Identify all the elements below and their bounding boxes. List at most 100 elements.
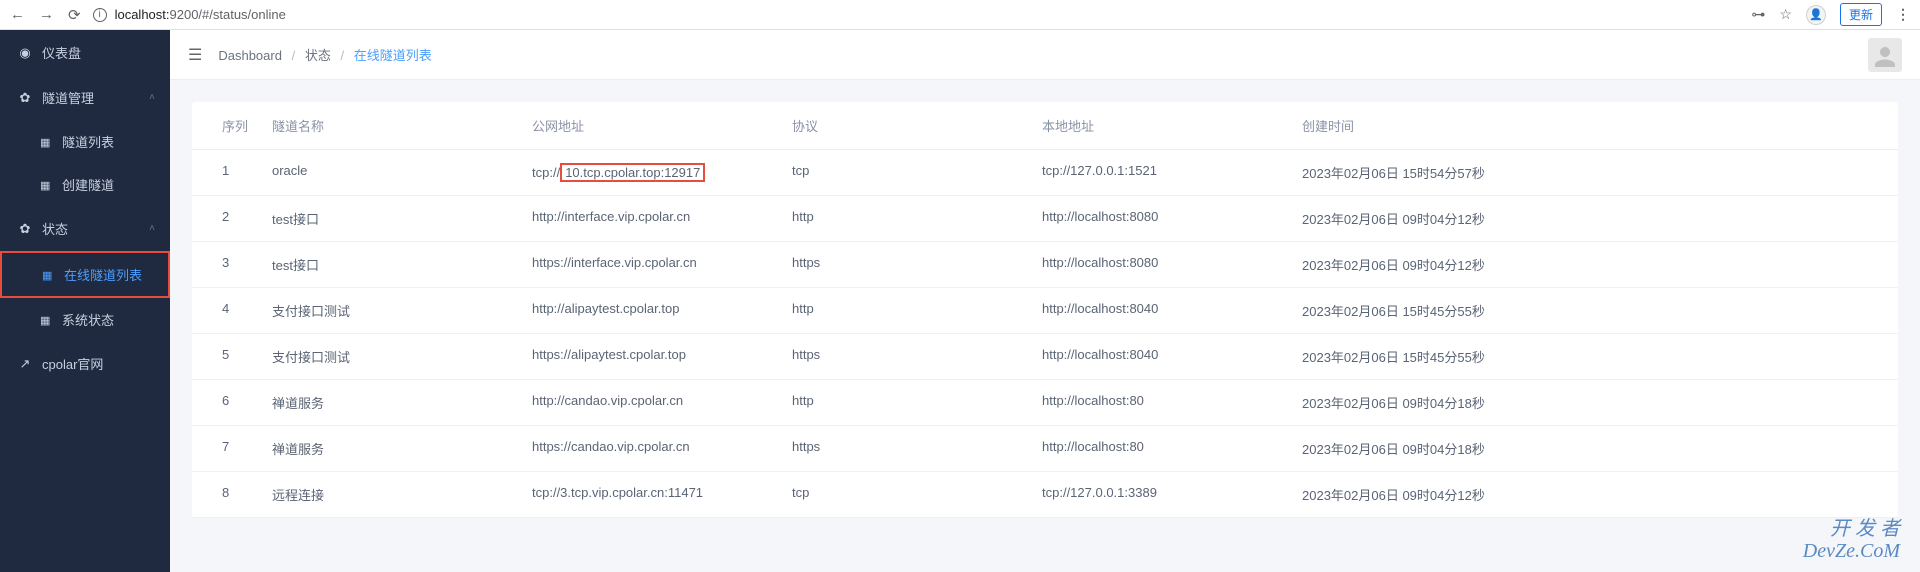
breadcrumb-item[interactable]: 状态 — [305, 48, 331, 63]
info-icon[interactable]: i — [93, 8, 107, 22]
browser-right: ⊶ ☆ 👤 更新 ⋮ — [1751, 3, 1910, 26]
cell-name: 禅道服务 — [272, 393, 532, 412]
grid-icon: ▦ — [40, 179, 52, 191]
cell-time: 2023年02月06日 09时04分12秒 — [1302, 209, 1898, 228]
cell-time: 2023年02月06日 15时45分55秒 — [1302, 301, 1898, 320]
table-row: 3 test接口 https://interface.vip.cpolar.cn… — [192, 242, 1898, 288]
gear-icon: ✿ — [18, 222, 32, 236]
url-bar[interactable]: i localhost:9200/#/status/online — [93, 7, 1740, 22]
dashboard-icon: ◉ — [18, 46, 32, 60]
cell-name: 支付接口测试 — [272, 347, 532, 366]
url-path: /#/status/online — [198, 7, 285, 22]
sidebar-item-dashboard[interactable]: ◉ 仪表盘 — [0, 30, 170, 75]
sidebar-item-official-site[interactable]: ↗ cpolar官网 — [0, 341, 170, 386]
menu-dots-icon[interactable]: ⋮ — [1896, 6, 1910, 23]
cell-proto: http — [792, 209, 1042, 228]
cell-public-prefix: tcp:// — [532, 165, 560, 180]
cell-name: 远程连接 — [272, 485, 532, 504]
content-area: 序列 隧道名称 公网地址 协议 本地地址 创建时间 1 oracle tcp:/… — [170, 80, 1920, 540]
cell-time: 2023年02月06日 15时54分57秒 — [1302, 163, 1898, 182]
sidebar-item-label: cpolar官网 — [42, 354, 103, 373]
url-host: localhost: — [115, 7, 170, 22]
table-row: 1 oracle tcp://10.tcp.cpolar.top:12917 t… — [192, 150, 1898, 196]
sidebar-item-label: 在线隧道列表 — [64, 265, 142, 284]
cell-name: 禅道服务 — [272, 439, 532, 458]
cell-name: test接口 — [272, 209, 532, 228]
cell-proto: http — [792, 301, 1042, 320]
profile-icon[interactable]: 👤 — [1806, 5, 1826, 25]
cell-seq: 8 — [192, 485, 272, 504]
user-icon — [1870, 42, 1900, 72]
table-row: 4 支付接口测试 http://alipaytest.cpolar.top ht… — [192, 288, 1898, 334]
cell-public: tcp://3.tcp.vip.cpolar.cn:11471 — [532, 485, 792, 504]
sidebar-item-system-status[interactable]: ▦ 系统状态 — [0, 298, 170, 341]
table-body: 1 oracle tcp://10.tcp.cpolar.top:12917 t… — [192, 150, 1898, 518]
cell-time: 2023年02月06日 15时45分55秒 — [1302, 347, 1898, 366]
cell-public: https://alipaytest.cpolar.top — [532, 347, 792, 366]
cell-seq: 2 — [192, 209, 272, 228]
cell-time: 2023年02月06日 09时04分18秒 — [1302, 393, 1898, 412]
avatar[interactable] — [1868, 38, 1902, 72]
cell-local: http://localhost:8040 — [1042, 347, 1302, 366]
url-text: localhost:9200/#/status/online — [115, 7, 286, 22]
grid-icon: ▦ — [42, 269, 54, 281]
cell-public-value: https://interface.vip.cpolar.cn — [532, 255, 697, 270]
cell-proto: tcp — [792, 163, 1042, 182]
main-content: ☰ Dashboard / 状态 / 在线隧道列表 序列 隧道名称 公网地址 协… — [170, 30, 1920, 572]
topbar: ☰ Dashboard / 状态 / 在线隧道列表 — [170, 30, 1920, 80]
key-icon[interactable]: ⊶ — [1751, 6, 1765, 23]
header-time: 创建时间 — [1302, 116, 1898, 135]
cell-public: tcp://10.tcp.cpolar.top:12917 — [532, 163, 792, 182]
cell-local: http://localhost:80 — [1042, 393, 1302, 412]
cell-proto: https — [792, 347, 1042, 366]
external-link-icon: ↗ — [18, 357, 32, 371]
url-port: 9200 — [170, 7, 199, 22]
chevron-up-icon: ˄ — [149, 92, 155, 103]
table-header: 序列 隧道名称 公网地址 协议 本地地址 创建时间 — [192, 102, 1898, 150]
breadcrumb-item-active: 在线隧道列表 — [354, 48, 432, 63]
breadcrumb-separator: / — [340, 48, 344, 63]
cell-public-value: https://candao.vip.cpolar.cn — [532, 439, 690, 454]
back-button[interactable]: ← — [10, 6, 25, 24]
cell-proto: https — [792, 439, 1042, 458]
cell-name: test接口 — [272, 255, 532, 274]
hamburger-icon[interactable]: ☰ — [188, 45, 202, 65]
cell-seq: 4 — [192, 301, 272, 320]
chevron-up-icon: ˄ — [149, 223, 155, 234]
forward-button[interactable]: → — [39, 6, 54, 24]
cell-public-value: https://alipaytest.cpolar.top — [532, 347, 686, 362]
sidebar-item-label: 隧道管理 — [42, 88, 94, 107]
sidebar-item-status[interactable]: ✿ 状态 ˄ — [0, 206, 170, 251]
sidebar-item-create-tunnel[interactable]: ▦ 创建隧道 — [0, 163, 170, 206]
gear-icon: ✿ — [18, 91, 32, 105]
cell-seq: 3 — [192, 255, 272, 274]
sidebar-item-tunnel-list[interactable]: ▦ 隧道列表 — [0, 120, 170, 163]
cell-proto: https — [792, 255, 1042, 274]
cell-public: http://alipaytest.cpolar.top — [532, 301, 792, 320]
browser-nav: ← → ⟳ — [10, 6, 81, 24]
cell-public-value: http://interface.vip.cpolar.cn — [532, 209, 690, 224]
cell-seq: 6 — [192, 393, 272, 412]
update-button[interactable]: 更新 — [1840, 3, 1882, 26]
cell-proto: http — [792, 393, 1042, 412]
cell-time: 2023年02月06日 09时04分18秒 — [1302, 439, 1898, 458]
star-icon[interactable]: ☆ — [1779, 6, 1792, 23]
table-row: 7 禅道服务 https://candao.vip.cpolar.cn http… — [192, 426, 1898, 472]
breadcrumb-item[interactable]: Dashboard — [218, 48, 282, 63]
cell-local: http://localhost:8040 — [1042, 301, 1302, 320]
cell-time: 2023年02月06日 09时04分12秒 — [1302, 255, 1898, 274]
cell-public: https://interface.vip.cpolar.cn — [532, 255, 792, 274]
sidebar-item-tunnel-mgmt[interactable]: ✿ 隧道管理 ˄ — [0, 75, 170, 120]
sidebar-item-online-tunnels[interactable]: ▦ 在线隧道列表 — [0, 251, 170, 298]
cell-public-highlight: 10.tcp.cpolar.top:12917 — [560, 163, 705, 182]
grid-icon: ▦ — [40, 314, 52, 326]
reload-button[interactable]: ⟳ — [68, 6, 81, 24]
cell-public: http://interface.vip.cpolar.cn — [532, 209, 792, 228]
cell-name: 支付接口测试 — [272, 301, 532, 320]
sidebar-item-label: 隧道列表 — [62, 132, 114, 151]
cell-seq: 1 — [192, 163, 272, 182]
cell-seq: 5 — [192, 347, 272, 366]
sidebar-item-label: 状态 — [42, 219, 68, 238]
table-row: 5 支付接口测试 https://alipaytest.cpolar.top h… — [192, 334, 1898, 380]
cell-public-value: http://alipaytest.cpolar.top — [532, 301, 679, 316]
